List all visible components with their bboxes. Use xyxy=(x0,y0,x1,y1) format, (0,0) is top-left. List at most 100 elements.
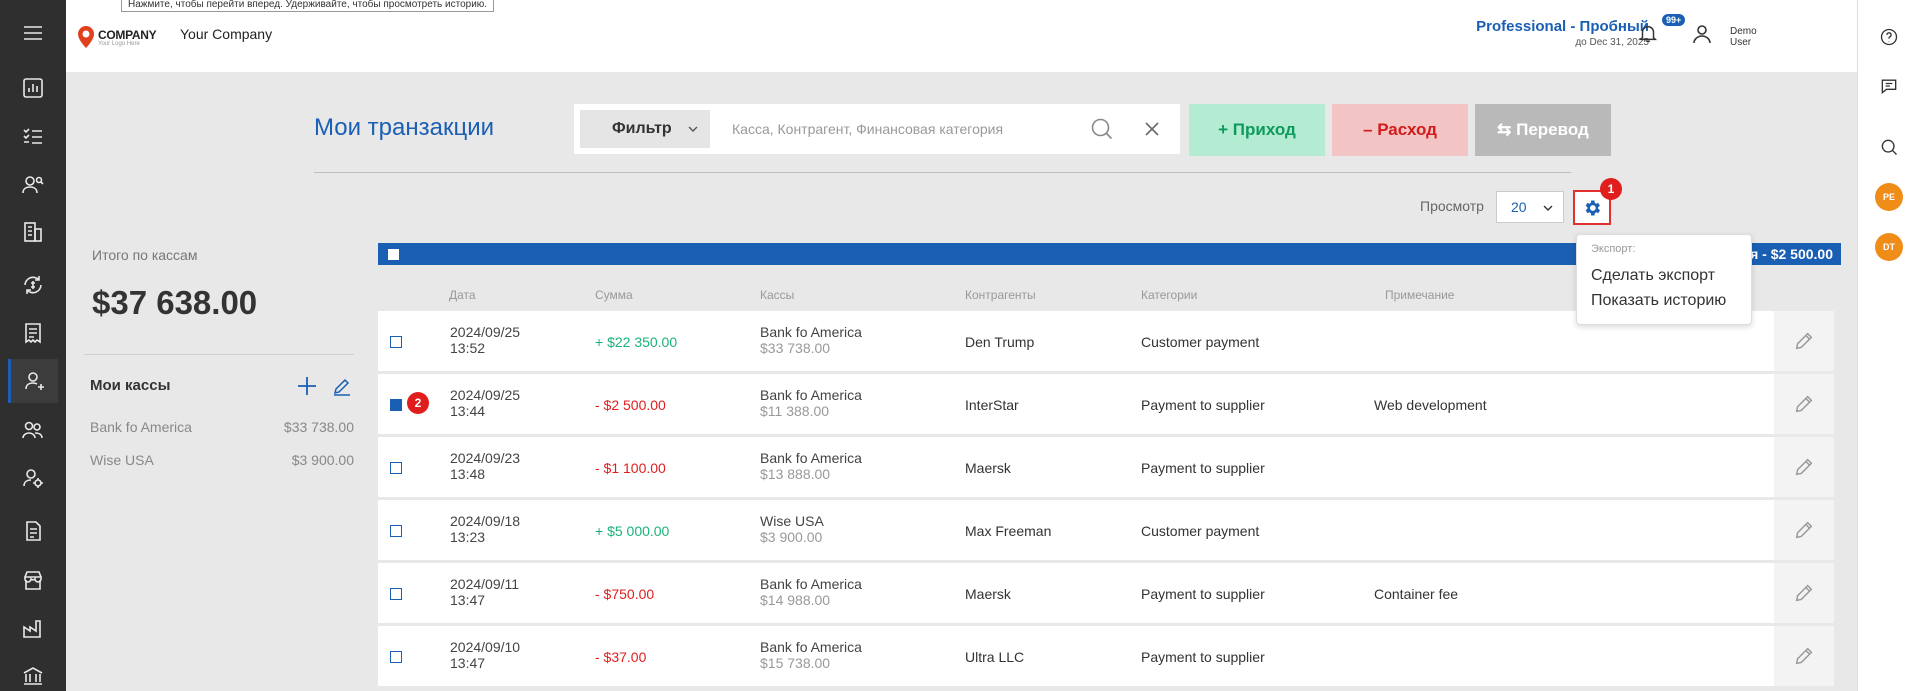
row-checkbox[interactable] xyxy=(390,588,402,600)
edit-accounts-icon[interactable] xyxy=(332,376,352,396)
receipt-icon[interactable] xyxy=(8,311,58,355)
column-header-kassa[interactable]: Кассы xyxy=(760,288,794,302)
transaction-time: 13:23 xyxy=(450,529,486,545)
help-icon[interactable] xyxy=(1876,24,1902,50)
add-account-icon[interactable] xyxy=(296,375,318,397)
totals-label: Итого по кассам xyxy=(92,247,198,263)
account-name: Bank fo America xyxy=(760,576,862,592)
pencil-icon xyxy=(1795,584,1813,602)
table-row[interactable]: 2024/09/11 13:47 - $750.00 Bank fo America $… xyxy=(378,563,1834,623)
row-checkbox[interactable] xyxy=(390,399,402,411)
user-avatar-dt[interactable]: DT xyxy=(1875,233,1903,261)
account-item[interactable]: Bank fo America $33 738.00 xyxy=(90,419,354,435)
row-checkbox[interactable] xyxy=(390,525,402,537)
company-name: Your Company xyxy=(180,26,273,42)
column-header-sum[interactable]: Сумма xyxy=(595,288,633,302)
transaction-time: 13:48 xyxy=(450,466,486,482)
company-logo[interactable]: COMPANY Your Logo Here xyxy=(77,20,169,54)
account-name: Bank fo America xyxy=(760,450,862,466)
add-income-button[interactable]: + Приход xyxy=(1189,104,1325,156)
transaction-category: Payment to supplier xyxy=(1141,586,1265,602)
right-rail: PE DT xyxy=(1857,0,1919,691)
row-checkbox[interactable] xyxy=(390,462,402,474)
edit-transaction-button[interactable] xyxy=(1774,500,1834,560)
chat-icon[interactable] xyxy=(1876,73,1902,99)
people-search-icon[interactable] xyxy=(8,163,58,207)
transaction-amount: - $37.00 xyxy=(595,649,647,665)
search-icon[interactable] xyxy=(1876,134,1902,160)
table-row[interactable]: 2024/09/25 13:44 - $2 500.00 Bank fo Americ… xyxy=(378,374,1834,434)
account-name: Bank fo America xyxy=(760,387,862,403)
column-header-contractor[interactable]: Контрагенты xyxy=(965,288,1036,302)
column-header-date[interactable]: Дата xyxy=(449,288,476,302)
cash-cycle-icon[interactable] xyxy=(8,263,58,307)
transfer-button[interactable]: ⇆ Перевод xyxy=(1475,104,1611,156)
pencil-icon xyxy=(1795,458,1813,476)
account-balance: $13 888.00 xyxy=(760,466,831,482)
table-row[interactable]: 2024/09/23 13:48 - $1 100.00 Bank fo Americ… xyxy=(378,437,1834,497)
filter-button[interactable]: Фильтр xyxy=(580,110,710,148)
transaction-datetime: 2024/09/25 13:44 xyxy=(450,387,520,419)
account-item[interactable]: Wise USA $3 900.00 xyxy=(90,452,354,468)
checklist-icon[interactable] xyxy=(8,114,58,158)
account-name: Wise USA xyxy=(760,513,824,529)
export-menu-item-history[interactable]: Показать историю xyxy=(1591,292,1726,310)
transaction-contractor: Max Freeman xyxy=(965,523,1052,539)
account-balance: $33 738.00 xyxy=(760,340,831,356)
edit-transaction-button[interactable] xyxy=(1774,563,1834,623)
search-icon[interactable] xyxy=(1090,117,1114,141)
transaction-account: Bank fo America $33 738.00 xyxy=(760,324,862,356)
table-row[interactable]: 2024/09/18 13:23 + $5 000.00 Wise USA $3 900… xyxy=(378,500,1834,560)
transaction-datetime: 2024/09/23 13:48 xyxy=(450,450,520,482)
factory-icon[interactable] xyxy=(8,606,58,650)
transaction-amount: + $5 000.00 xyxy=(595,523,670,539)
page-size-value: 20 xyxy=(1511,199,1527,215)
user-settings-icon[interactable] xyxy=(8,456,58,500)
account-balance: $15 738.00 xyxy=(760,655,831,671)
edit-transaction-button[interactable] xyxy=(1774,374,1834,434)
user-name[interactable]: Demo User xyxy=(1730,26,1757,48)
transaction-time: 13:47 xyxy=(450,592,486,608)
page-size-select[interactable]: 20 xyxy=(1496,191,1564,223)
select-all-checkbox[interactable] xyxy=(388,249,399,260)
chevron-down-icon xyxy=(1543,205,1553,211)
store-icon[interactable] xyxy=(8,558,58,602)
menu-icon[interactable] xyxy=(8,11,58,55)
table-row[interactable]: 2024/09/10 13:47 - $37.00 Bank fo America $1… xyxy=(378,626,1834,686)
row-checkbox[interactable] xyxy=(390,651,402,663)
transaction-category: Customer payment xyxy=(1141,334,1260,350)
page-title: Мои транзакции xyxy=(314,114,495,141)
transaction-category: Payment to supplier xyxy=(1141,649,1265,665)
transaction-datetime: 2024/09/25 13:52 xyxy=(450,324,520,356)
building-icon[interactable] xyxy=(8,210,58,254)
add-expense-button[interactable]: – Расход xyxy=(1332,104,1468,156)
transaction-amount: + $22 350.00 xyxy=(595,334,678,350)
row-checkbox[interactable] xyxy=(390,336,402,348)
user-avatar-icon[interactable] xyxy=(1690,22,1716,48)
transaction-date: 2024/09/23 xyxy=(450,450,521,466)
transaction-account: Wise USA $3 900.00 xyxy=(760,513,824,545)
transaction-note: Web development xyxy=(1374,397,1487,413)
group-icon[interactable] xyxy=(8,408,58,452)
export-menu-item-export[interactable]: Сделать экспорт xyxy=(1591,267,1715,285)
plan-info[interactable]: Professional - Пробный до Dec 31, 2025 xyxy=(1476,18,1649,48)
dashboard-icon[interactable] xyxy=(8,66,58,110)
account-name: Bank fo America xyxy=(90,419,192,435)
user-avatar-pe[interactable]: PE xyxy=(1875,183,1903,211)
document-icon[interactable] xyxy=(8,509,58,553)
column-header-note[interactable]: Примечание xyxy=(1385,288,1454,302)
clear-search-icon[interactable] xyxy=(1142,119,1162,139)
search-input[interactable] xyxy=(732,114,1072,144)
user-cash-icon[interactable] xyxy=(8,359,58,403)
notifications-bell-icon[interactable] xyxy=(1637,22,1663,48)
transaction-note: Container fee xyxy=(1374,586,1459,602)
edit-transaction-button[interactable] xyxy=(1774,311,1834,371)
bank-icon[interactable] xyxy=(8,654,58,691)
column-header-category[interactable]: Категории xyxy=(1141,288,1197,302)
edit-transaction-button[interactable] xyxy=(1774,626,1834,686)
edit-transaction-button[interactable] xyxy=(1774,437,1834,497)
account-amount: $3 900.00 xyxy=(291,452,354,468)
transaction-contractor: Maersk xyxy=(965,586,1011,602)
navigation-tooltip: Нажмите, чтобы перейти вперед. Удерживай… xyxy=(121,0,495,12)
pencil-icon xyxy=(1795,332,1813,350)
